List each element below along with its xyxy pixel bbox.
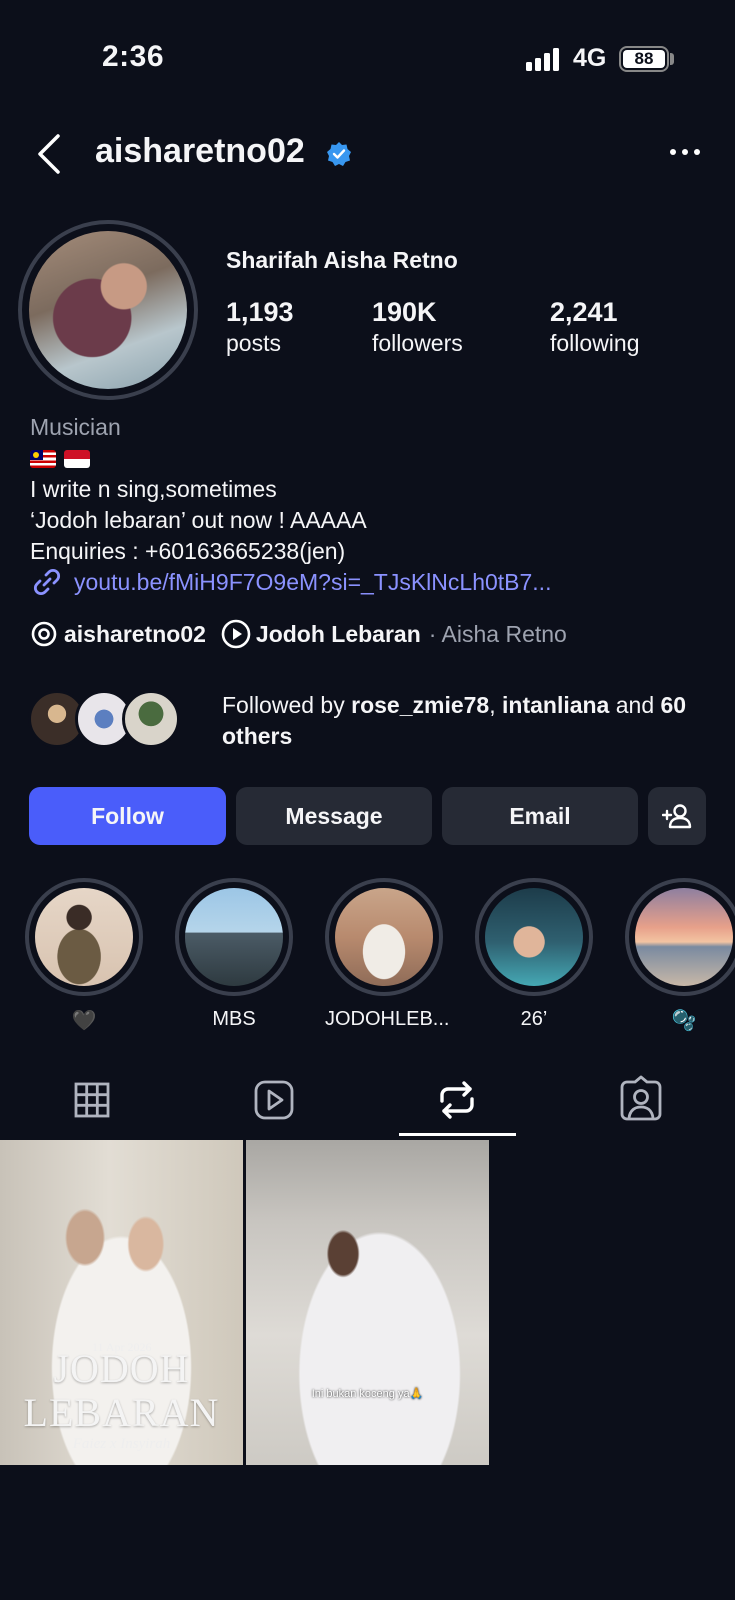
mutual-avatar	[122, 690, 180, 748]
music-play-icon	[221, 619, 251, 649]
flags-row	[30, 443, 367, 474]
highlight-item[interactable]: MBS	[175, 878, 293, 1034]
bio-link[interactable]: youtu.be/fMiH9F7O9eM?si=_TJsKlNcLh0tB7..…	[30, 565, 551, 599]
music-title[interactable]: Jodoh Lebaran	[256, 621, 421, 648]
highlight-item[interactable]: 🫧	[625, 878, 735, 1034]
music-artist: · Aisha Retno	[428, 620, 567, 647]
highlight-cover	[335, 888, 433, 986]
status-time: 2:36	[102, 40, 165, 73]
stat-posts-label: posts	[226, 330, 281, 356]
followed-by-row[interactable]: Followed by rose_zmie78, intanliana and …	[28, 690, 718, 752]
highlight-cover	[185, 888, 283, 986]
stat-following-value: 2,241	[550, 297, 618, 327]
bio-line: Enquiries : +60163665238(jen)	[30, 538, 346, 564]
highlight-label: JODOHLEB...	[325, 1008, 450, 1030]
repost-thumbnail[interactable]	[246, 1140, 489, 1465]
battery-icon: 88	[619, 46, 669, 72]
stat-followers[interactable]: 190K followers	[372, 297, 463, 357]
profile-category: Musician	[30, 414, 121, 440]
profile-username: aisharetno02	[95, 132, 305, 170]
stat-followers-label: followers	[372, 330, 463, 356]
threads-handle[interactable]: aisharetno02	[64, 621, 206, 648]
stat-posts-value: 1,193	[226, 297, 294, 327]
highlight-ring	[325, 878, 443, 996]
stat-posts[interactable]: 1,193 posts	[226, 297, 294, 357]
indonesia-flag-icon	[64, 449, 90, 468]
email-button[interactable]: Email	[442, 787, 638, 845]
highlight-item[interactable]: 26’	[475, 878, 593, 1034]
profile-bio: Musician I write n sing,sometimes ‘Jodoh…	[30, 412, 367, 567]
highlight-label: MBS	[212, 1008, 256, 1030]
active-tab-indicator	[399, 1133, 516, 1136]
stat-followers-value: 190K	[372, 297, 437, 327]
verified-badge-icon	[327, 142, 351, 166]
battery-level: 88	[623, 50, 665, 68]
highlight-label: 26’	[520, 1008, 548, 1030]
more-options-icon[interactable]	[668, 140, 702, 164]
threads-music-row: aisharetno02 Jodoh Lebaran · Aisha Retno	[30, 618, 567, 650]
bio-line: I write n sing,sometimes	[30, 476, 277, 502]
message-button[interactable]: Message	[236, 787, 432, 845]
post-names: Faiez x Insyirah	[72, 1436, 171, 1452]
signal-icon	[526, 47, 562, 71]
profile-avatar[interactable]	[18, 220, 198, 400]
followed-by-text: Followed by rose_zmie78, intanliana and …	[222, 692, 687, 749]
stat-following[interactable]: 2,241 following	[550, 297, 640, 357]
network-type: 4G	[573, 44, 607, 72]
highlight-cover	[635, 888, 733, 986]
suggested-users-button[interactable]	[648, 787, 706, 845]
link-icon	[33, 568, 61, 596]
bio-link-text: youtu.be/fMiH9F7O9eM?si=_TJsKlNcLh0tB7..…	[74, 568, 552, 595]
grid-icon[interactable]	[67, 1075, 117, 1125]
follow-button[interactable]: Follow	[29, 787, 226, 845]
malaysia-flag-icon	[30, 449, 56, 468]
post-caption: Ini bukan koceng ya🙏	[311, 1388, 424, 1400]
highlight-ring	[175, 878, 293, 996]
reposts-icon[interactable]	[432, 1075, 482, 1125]
bio-line: ‘Jodoh lebaran’ out now ! AAAAA	[30, 507, 367, 533]
highlight-item[interactable]: JODOHLEB...	[325, 878, 450, 1034]
back-arrow-icon[interactable]	[30, 130, 70, 178]
highlight-ring	[25, 878, 143, 996]
highlight-ring	[475, 878, 593, 996]
highlight-label: 🫧	[671, 1010, 697, 1032]
avatar-image	[29, 231, 187, 389]
highlight-item[interactable]: 🖤	[25, 878, 143, 1034]
post-title: JODOH LEBARAN	[23, 1346, 220, 1435]
highlight-cover	[485, 888, 583, 986]
highlight-cover	[35, 888, 133, 986]
reels-icon[interactable]	[249, 1075, 299, 1125]
stat-following-label: following	[550, 330, 640, 356]
battery-nub	[670, 53, 674, 65]
highlight-label: 🖤	[71, 1010, 97, 1032]
tagged-icon[interactable]	[616, 1075, 666, 1125]
profile-full-name: Sharifah Aisha Retno	[226, 247, 458, 273]
threads-icon	[31, 621, 57, 647]
highlight-ring	[625, 878, 735, 996]
mutual-avatars	[28, 690, 180, 750]
add-person-icon	[662, 804, 692, 829]
